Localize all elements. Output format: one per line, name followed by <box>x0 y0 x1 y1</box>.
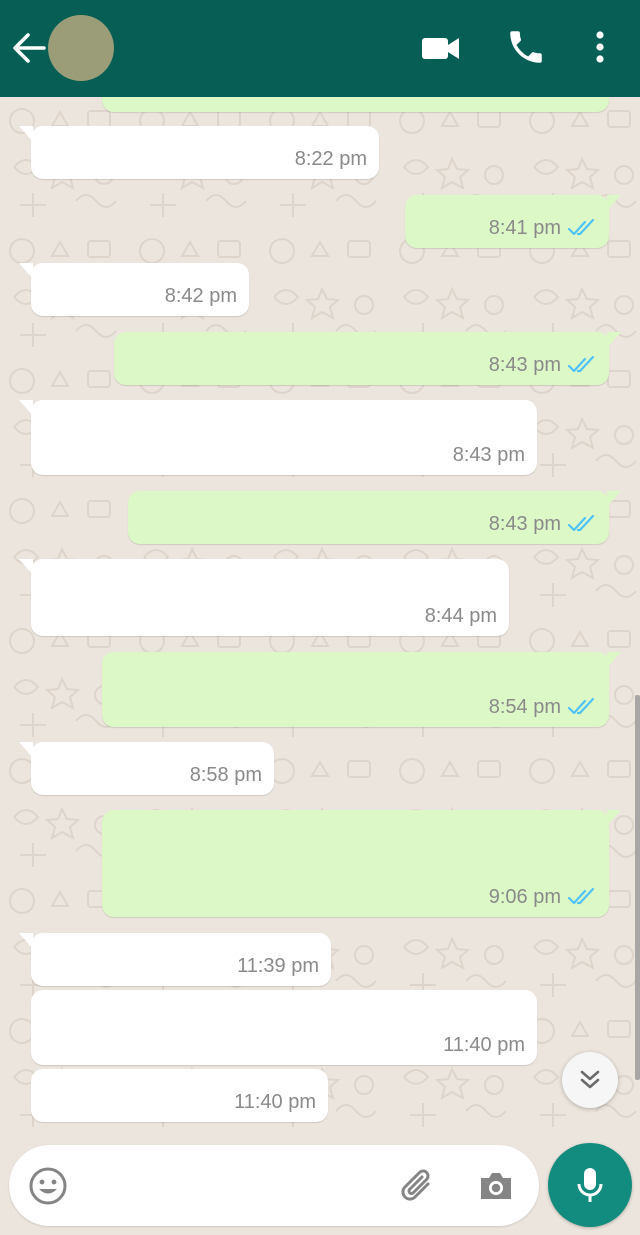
microphone-icon <box>577 1168 603 1202</box>
contact-avatar[interactable] <box>48 15 114 81</box>
message-time: 8:22 pm <box>294 148 367 170</box>
bubble-tail <box>19 742 33 758</box>
camera-button[interactable] <box>475 1165 517 1207</box>
message-meta: 9:06 pm <box>489 886 597 908</box>
outgoing-message[interactable]: 8:43 pm <box>128 491 621 544</box>
message-meta: 8:54 pm <box>489 696 597 718</box>
scroll-to-bottom-button[interactable] <box>562 1052 618 1108</box>
chat-header <box>0 0 640 97</box>
composer-bar <box>0 1140 640 1235</box>
double-check-icon <box>567 515 595 532</box>
message-list[interactable]: 8:22 pm 8:41 pm 8:42 pm 8:43 pm 8:43 pm <box>0 97 640 1140</box>
attach-button[interactable] <box>397 1163 441 1207</box>
voice-message-button[interactable] <box>548 1143 632 1227</box>
bubble-tail <box>19 400 33 416</box>
emoji-button[interactable] <box>27 1165 69 1207</box>
message-meta: 8:43 pm <box>489 513 597 535</box>
outgoing-message[interactable]: 8:41 pm <box>405 195 621 248</box>
outgoing-message[interactable] <box>102 97 609 112</box>
emoji-icon <box>29 1167 67 1205</box>
bubble-tail <box>19 126 33 142</box>
incoming-message[interactable]: 8:22 pm <box>19 126 379 179</box>
bubble-tail <box>19 559 33 575</box>
bubble-tail <box>607 491 621 507</box>
video-camera-icon <box>422 38 459 59</box>
incoming-message[interactable]: 11:40 pm <box>31 990 537 1065</box>
double-check-icon <box>567 888 595 905</box>
incoming-message[interactable]: 11:39 pm <box>19 933 331 986</box>
incoming-message[interactable]: 8:44 pm <box>19 559 509 636</box>
message-meta: 8:58 pm <box>190 764 262 786</box>
video-call-button[interactable] <box>418 28 464 68</box>
outgoing-message[interactable]: 9:06 pm <box>102 810 621 917</box>
double-check-icon <box>567 219 595 236</box>
back-button[interactable] <box>10 30 48 66</box>
message-meta: 8:43 pm <box>489 354 597 376</box>
bubble-tail <box>607 195 621 211</box>
voice-call-button[interactable] <box>505 26 547 68</box>
double-check-icon <box>567 356 595 373</box>
message-input-container[interactable] <box>9 1145 539 1226</box>
message-meta: 8:44 pm <box>425 605 497 627</box>
paperclip-icon <box>401 1169 430 1201</box>
message-time: 8:43 pm <box>488 513 561 535</box>
message-time: 8:43 pm <box>488 354 561 376</box>
message-meta: 8:41 pm <box>489 217 597 239</box>
bubble-tail <box>19 263 33 279</box>
camera-icon <box>481 1173 511 1199</box>
arrow-left-icon <box>13 33 46 63</box>
double-check-icon <box>567 698 595 715</box>
message-time: 8:42 pm <box>164 285 237 307</box>
outgoing-message[interactable]: 8:43 pm <box>114 332 621 385</box>
message-time: 11:40 pm <box>234 1091 316 1113</box>
outgoing-message[interactable]: 8:54 pm <box>102 652 621 727</box>
message-time: 8:43 pm <box>452 444 525 466</box>
message-meta: 11:40 pm <box>234 1091 316 1113</box>
message-time: 11:39 pm <box>237 955 319 977</box>
message-time: 11:40 pm <box>443 1034 525 1056</box>
double-chevron-down-icon <box>580 1070 600 1089</box>
incoming-message[interactable]: 8:42 pm <box>19 263 249 316</box>
message-input[interactable] <box>81 1165 385 1207</box>
bubble-tail <box>607 652 621 668</box>
more-options-button[interactable] <box>586 26 614 68</box>
message-time: 8:41 pm <box>488 217 561 239</box>
message-meta: 11:39 pm <box>237 955 319 977</box>
message-meta: 8:42 pm <box>165 285 237 307</box>
message-time: 8:58 pm <box>189 764 262 786</box>
message-time: 8:54 pm <box>488 696 561 718</box>
message-meta: 8:22 pm <box>295 148 367 170</box>
more-vertical-icon <box>596 31 604 63</box>
bubble-tail <box>607 810 621 826</box>
scrollbar-thumb[interactable] <box>635 695 640 1080</box>
message-meta: 11:40 pm <box>443 1034 525 1056</box>
incoming-message[interactable]: 8:58 pm <box>19 742 274 795</box>
message-meta: 8:43 pm <box>453 444 525 466</box>
phone-icon <box>510 31 542 63</box>
incoming-message[interactable]: 8:43 pm <box>19 400 537 475</box>
message-time: 9:06 pm <box>488 886 561 908</box>
incoming-message[interactable]: 11:40 pm <box>31 1069 328 1122</box>
message-time: 8:44 pm <box>424 605 497 627</box>
bubble-tail <box>19 933 33 949</box>
bubble-tail <box>607 332 621 348</box>
